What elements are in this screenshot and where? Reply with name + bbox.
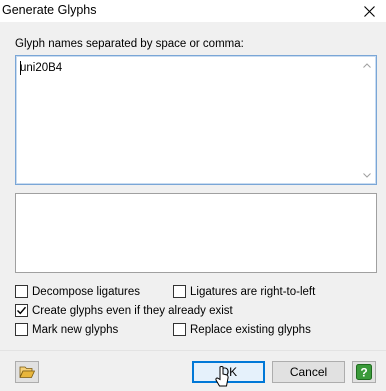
generate-glyphs-dialog: Generate Glyphs Glyph names separated by… [0, 0, 386, 391]
ligatures-rtl-checkbox[interactable] [173, 285, 186, 298]
create-glyphs-label: Create glyphs even if they already exist [32, 304, 233, 317]
ligatures-rtl-option[interactable]: Ligatures are right-to-left [173, 285, 315, 298]
scroll-up-button[interactable] [359, 57, 375, 73]
help-button[interactable]: ? [352, 361, 376, 383]
decompose-ligatures-checkbox[interactable] [15, 285, 28, 298]
titlebar: Generate Glyphs [0, 0, 386, 22]
replace-existing-checkbox[interactable] [173, 323, 186, 336]
create-glyphs-option[interactable]: Create glyphs even if they already exist [15, 304, 233, 317]
create-glyphs-checkbox[interactable] [15, 304, 28, 317]
svg-text:?: ? [360, 366, 367, 380]
separator [0, 350, 386, 351]
mark-new-glyphs-label: Mark new glyphs [32, 323, 119, 336]
mark-new-glyphs-checkbox[interactable] [15, 323, 28, 336]
help-icon: ? [356, 364, 372, 380]
glyph-names-input[interactable]: uni20B4 [15, 55, 377, 185]
glyph-names-value: uni20B4 [20, 62, 63, 74]
checkmark-icon [17, 306, 26, 315]
replace-existing-option[interactable]: Replace existing glyphs [173, 323, 311, 336]
chevron-up-icon [363, 62, 371, 68]
replace-existing-label: Replace existing glyphs [190, 323, 311, 336]
mouse-pointer-icon [215, 366, 229, 387]
close-button[interactable] [352, 0, 386, 22]
mark-new-glyphs-option[interactable]: Mark new glyphs [15, 323, 118, 336]
glyph-names-label: Glyph names separated by space or comma: [15, 38, 244, 50]
decompose-ligatures-label: Decompose ligatures [32, 285, 141, 298]
close-icon [363, 5, 375, 17]
vertical-scrollbar[interactable] [359, 57, 375, 183]
open-file-button[interactable] [15, 361, 39, 383]
ligatures-rtl-label: Ligatures are right-to-left [190, 285, 316, 298]
cancel-button[interactable]: Cancel [272, 361, 345, 383]
chevron-down-icon [363, 172, 371, 178]
window-title: Generate Glyphs [2, 3, 97, 17]
folder-open-icon [19, 366, 35, 378]
output-list [15, 193, 377, 273]
decompose-ligatures-option[interactable]: Decompose ligatures [15, 285, 140, 298]
scroll-down-button[interactable] [359, 167, 375, 183]
